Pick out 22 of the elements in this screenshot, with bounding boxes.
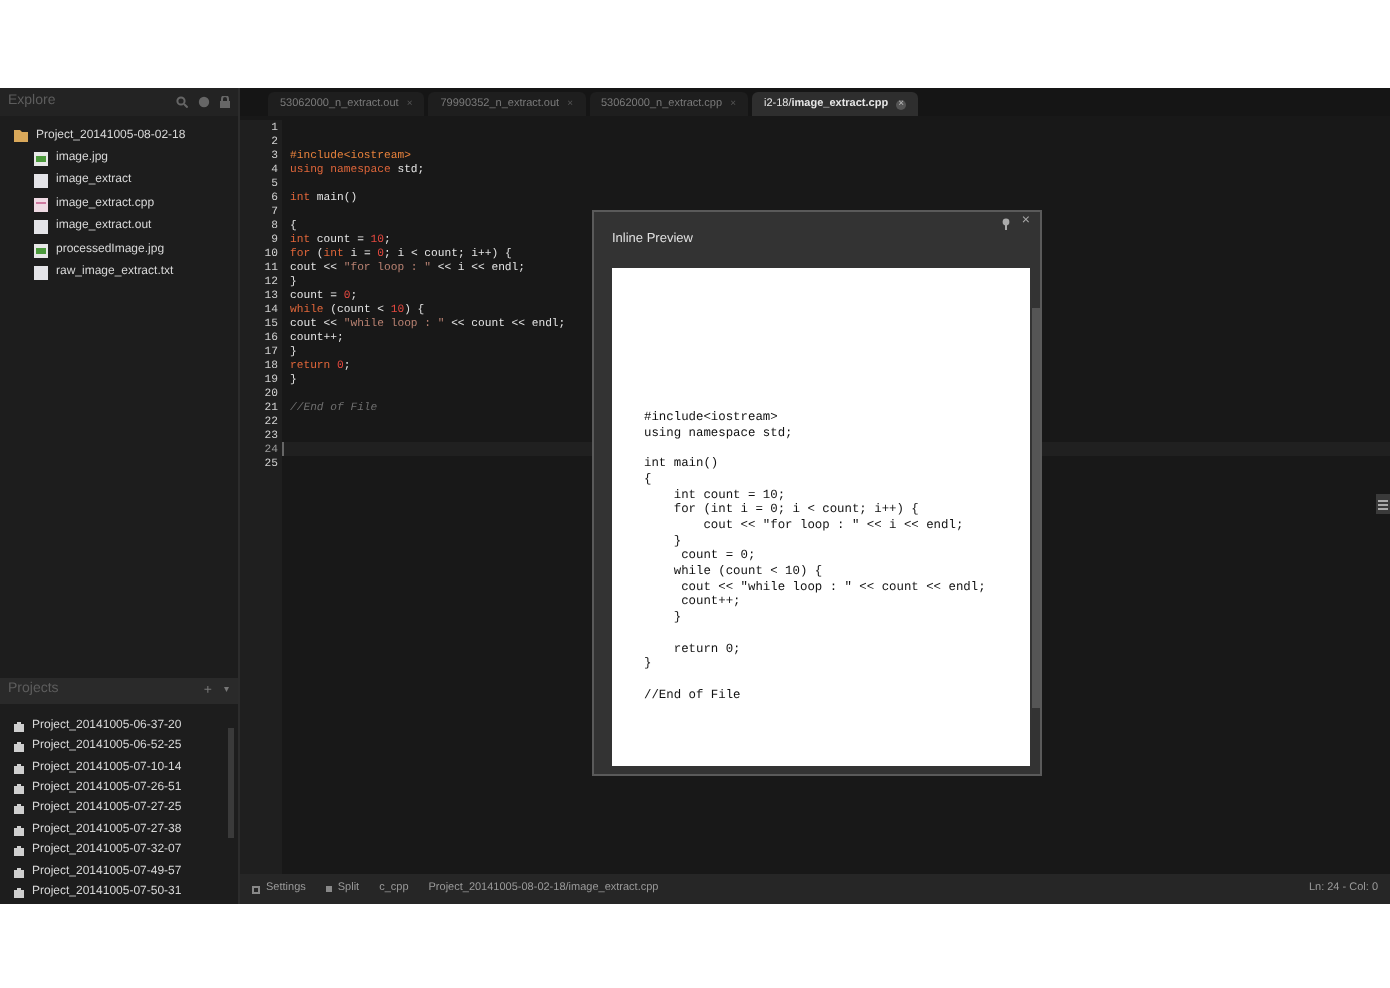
briefcase-icon [14, 804, 24, 815]
file-icon [34, 174, 48, 189]
briefcase-icon [14, 825, 24, 836]
pin-icon[interactable] [1002, 218, 1010, 230]
briefcase-icon [14, 867, 24, 878]
briefcase-icon [14, 888, 24, 899]
image-file-icon [34, 243, 48, 258]
search-icon[interactable] [176, 96, 188, 108]
lock-icon[interactable] [220, 96, 230, 108]
briefcase-icon [14, 721, 24, 732]
folder-icon [14, 130, 28, 142]
source-file-icon [34, 197, 48, 212]
briefcase-icon [14, 846, 24, 857]
preview-scrollbar[interactable] [1032, 308, 1040, 708]
briefcase-icon [14, 784, 24, 795]
file-icon [34, 266, 48, 281]
briefcase-icon [14, 763, 24, 774]
file-icon [34, 220, 48, 235]
briefcase-icon [14, 742, 24, 753]
split-icon [325, 886, 332, 892]
side-menu-icon[interactable] [1376, 494, 1390, 514]
image-file-icon [34, 151, 48, 166]
